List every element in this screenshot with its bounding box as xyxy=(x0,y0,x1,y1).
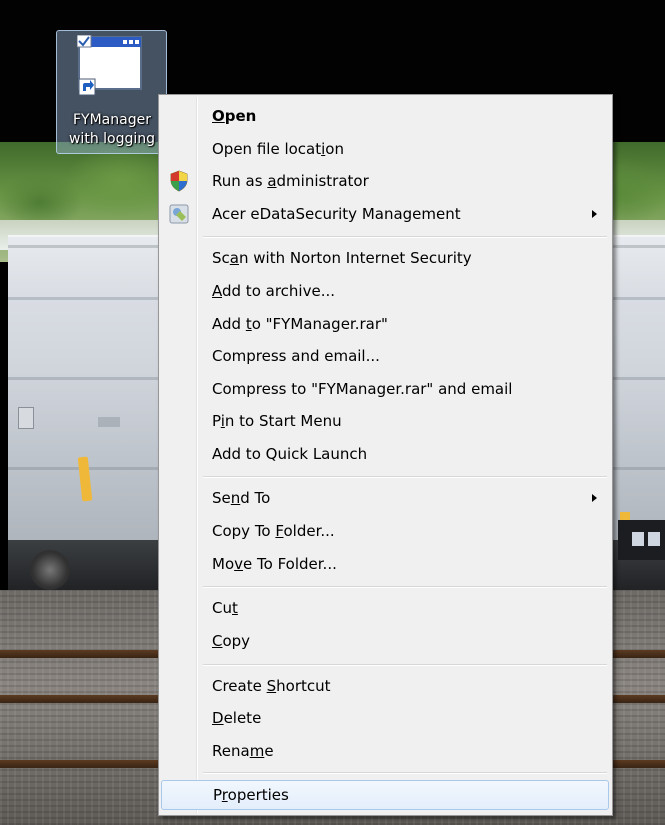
menu-item-compress-and-email[interactable]: Compress and email... xyxy=(161,341,609,371)
menu-item-label: Compress and email... xyxy=(212,347,380,365)
wallpaper-wheel xyxy=(30,550,70,590)
menu-item-label: Compress to "FYManager.rar" and email xyxy=(212,380,513,398)
menu-separator xyxy=(203,586,607,588)
menu-item-label: Add to archive... xyxy=(212,282,335,300)
menu-item-cut[interactable]: Cut xyxy=(161,593,609,623)
menu-item-label: Copy xyxy=(212,632,251,650)
menu-item-rename[interactable]: Rename xyxy=(161,736,609,766)
submenu-arrow-icon xyxy=(592,210,597,218)
menu-item-acer-edatasecurity[interactable]: Acer eDataSecurity Management xyxy=(161,199,609,229)
menu-item-label: Open xyxy=(212,107,257,125)
menu-item-delete[interactable]: Delete xyxy=(161,703,609,733)
desktop-shortcut-fymanager[interactable]: FYManager with logging xyxy=(56,30,167,154)
menu-separator xyxy=(203,476,607,478)
menu-separator xyxy=(203,664,607,666)
menu-item-label: Scan with Norton Internet Security xyxy=(212,249,472,267)
menu-item-label: Copy To Folder... xyxy=(212,522,335,540)
menu-item-label: Create Shortcut xyxy=(212,677,331,695)
menu-item-label: Move To Folder... xyxy=(212,555,337,573)
context-menu: Open Open file location Run as administr… xyxy=(158,94,613,816)
menu-item-open-file-location[interactable]: Open file location xyxy=(161,134,609,164)
submenu-arrow-icon xyxy=(592,494,597,502)
menu-item-copy[interactable]: Copy xyxy=(161,626,609,656)
menu-item-properties[interactable]: Properties xyxy=(161,780,609,810)
uac-shield-icon xyxy=(170,170,188,192)
menu-item-label: Pin to Start Menu xyxy=(212,412,342,430)
menu-item-copy-to-folder[interactable]: Copy To Folder... xyxy=(161,516,609,546)
acer-edatasecurity-icon xyxy=(169,204,189,224)
menu-item-move-to-folder[interactable]: Move To Folder... xyxy=(161,549,609,579)
menu-item-label: Send To xyxy=(212,489,271,507)
menu-item-label: Properties xyxy=(213,786,289,804)
menu-item-label: Rename xyxy=(212,742,274,760)
desktop-icon-label-line2: with logging xyxy=(68,131,156,147)
menu-item-scan-norton[interactable]: Scan with Norton Internet Security xyxy=(161,243,609,273)
menu-item-create-shortcut[interactable]: Create Shortcut xyxy=(161,671,609,701)
menu-item-pin-to-start-menu[interactable]: Pin to Start Menu xyxy=(161,406,609,436)
wallpaper-car-panel xyxy=(618,520,665,560)
menu-item-label: Add to "FYManager.rar" xyxy=(212,315,388,333)
menu-item-label: Acer eDataSecurity Management xyxy=(212,205,461,223)
application-window-icon xyxy=(77,35,142,96)
menu-item-label: Add to Quick Launch xyxy=(212,445,368,463)
menu-separator xyxy=(203,236,607,238)
menu-item-open[interactable]: Open xyxy=(161,101,609,131)
desktop-icon-label-line1: FYManager xyxy=(73,112,151,128)
menu-item-run-as-administrator[interactable]: Run as administrator xyxy=(161,166,609,196)
menu-item-compress-to-rar-and-email[interactable]: Compress to "FYManager.rar" and email xyxy=(161,374,609,404)
menu-item-add-to-quick-launch[interactable]: Add to Quick Launch xyxy=(161,439,609,469)
menu-item-label: Cut xyxy=(212,599,238,617)
menu-item-add-to-archive[interactable]: Add to archive... xyxy=(161,276,609,306)
menu-separator xyxy=(203,772,607,774)
menu-item-label: Run as administrator xyxy=(212,172,369,190)
menu-item-label: Open file location xyxy=(212,140,344,158)
menu-item-add-to-rar[interactable]: Add to "FYManager.rar" xyxy=(161,309,609,339)
menu-item-label: Delete xyxy=(212,709,262,727)
menu-item-send-to[interactable]: Send To xyxy=(161,483,609,513)
